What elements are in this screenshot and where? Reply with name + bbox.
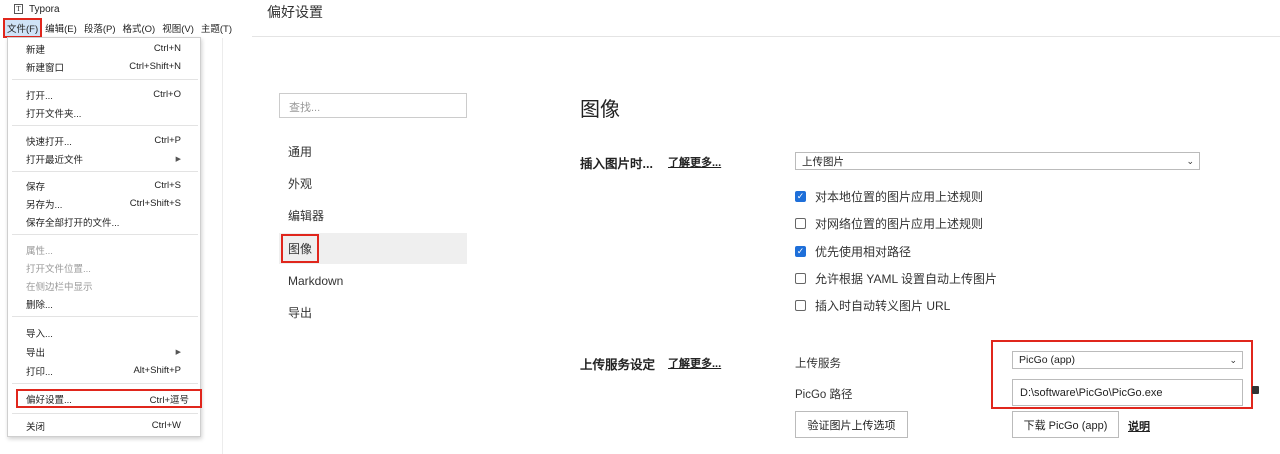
nav-editor[interactable]: 编辑器 (279, 200, 467, 231)
menu-theme[interactable]: 主题(T) (198, 19, 235, 37)
menu-item-save-all[interactable]: 保存全部打开的文件... (8, 213, 200, 230)
menu-item-quick-open[interactable]: 快速打开... Ctrl+P (8, 132, 200, 149)
menu-item-open-file-location[interactable]: 打开文件位置... (8, 259, 200, 276)
menu-bar: 文件(F) 编辑(E) 段落(P) 格式(O) 视图(V) 主题(T) (2, 18, 236, 38)
upload-settings-label: 上传服务设定 (580, 358, 656, 372)
insert-image-label: 插入图片时... (580, 157, 653, 171)
checkbox-label: 对本地位置的图片应用上述规则 (815, 189, 984, 204)
menu-item-open-recent[interactable]: 打开最近文件 ▶ (8, 150, 200, 167)
menu-item-save-as[interactable]: 另存为... Ctrl+Shift+S (8, 195, 200, 212)
menu-item-close[interactable]: 关闭 Ctrl+W (8, 417, 200, 434)
checkbox-relative-path[interactable]: ✓ 优先使用相对路径 (795, 242, 911, 260)
menu-item-open-folder[interactable]: 打开文件夹... (8, 104, 200, 121)
checkbox-escape-url[interactable]: 插入时自动转义图片 URL (795, 296, 950, 314)
download-picgo-button[interactable]: 下载 PicGo (app) (1012, 411, 1119, 438)
checkbox-unchecked-icon (795, 272, 806, 284)
menu-separator (12, 79, 198, 80)
nav-export[interactable]: 导出 (279, 297, 467, 328)
menu-file[interactable]: 文件(F) (2, 18, 43, 38)
checkbox-label: 允许根据 YAML 设置自动上传图片 (815, 271, 998, 286)
menu-item-delete[interactable]: 删除... (8, 295, 200, 312)
menu-item-properties[interactable]: 属性... (8, 241, 200, 258)
file-menu-dropdown: 新建 Ctrl+N 新建窗口 Ctrl+Shift+N 打开... Ctrl+O 打开… (7, 37, 202, 437)
upload-service-label: 上传服务 (795, 358, 841, 370)
picgo-path-label: PicGo 路径 (795, 389, 853, 401)
menu-item-import[interactable]: 导入... (8, 324, 200, 341)
upload-learn-more-link[interactable]: 了解更多... (668, 355, 721, 371)
menu-format[interactable]: 格式(O) (119, 19, 158, 37)
menu-item-new-window[interactable]: 新建窗口 Ctrl+Shift+N (8, 58, 200, 75)
chevron-down-icon: ⌄ (1186, 155, 1194, 166)
checkbox-apply-network[interactable]: 对网络位置的图片应用上述规则 (795, 214, 983, 232)
insert-image-select[interactable]: 上传图片 ⌄ (795, 152, 1200, 170)
menu-item-print[interactable]: 打印... Alt+Shift+P (8, 362, 200, 379)
menu-item-open[interactable]: 打开... Ctrl+O (8, 86, 200, 103)
checkbox-unchecked-icon (795, 217, 806, 229)
menu-item-preferences[interactable]: 偏好设置... Ctrl+逗号 (16, 389, 202, 408)
preferences-search-input[interactable]: 查找... (279, 93, 467, 118)
menu-item-reveal-in-sidebar[interactable]: 在侧边栏中显示 (8, 277, 200, 294)
checkbox-checked-icon: ✓ (795, 190, 806, 202)
typora-window: T Typora 文件(F) 编辑(E) 段落(P) 格式(O) 视图(V) 主… (0, 0, 250, 454)
submenu-arrow-icon: ▶ (175, 155, 181, 163)
section-title: 图像 (580, 99, 620, 121)
menu-view[interactable]: 视图(V) (159, 19, 197, 37)
editor-divider (222, 38, 223, 454)
submenu-arrow-icon: ▶ (175, 348, 181, 356)
checkbox-checked-icon: ✓ (795, 245, 806, 257)
trash-icon[interactable] (1252, 386, 1259, 394)
nav-markdown[interactable]: Markdown (279, 265, 467, 296)
title-bar: T Typora (0, 0, 250, 18)
nav-appearance[interactable]: 外观 (279, 168, 467, 199)
menu-edit[interactable]: 编辑(E) (42, 19, 80, 37)
menu-separator (12, 316, 198, 317)
highlight-box (991, 340, 1253, 409)
preferences-window-title: 偏好设置 (267, 4, 323, 20)
help-link[interactable]: 说明 (1128, 418, 1150, 434)
header-divider (252, 36, 1280, 37)
insert-image-select-value: 上传图片 (802, 155, 844, 168)
checkbox-label: 对网络位置的图片应用上述规则 (815, 216, 984, 231)
menu-separator (12, 234, 198, 235)
checkbox-label: 插入时自动转义图片 URL (815, 298, 951, 313)
menu-item-save[interactable]: 保存 Ctrl+S (8, 177, 200, 194)
menu-item-new[interactable]: 新建 Ctrl+N (8, 40, 200, 57)
menu-separator (12, 125, 198, 126)
menu-separator (12, 171, 198, 172)
checkbox-label: 优先使用相对路径 (815, 244, 912, 259)
typora-app-icon: T (14, 4, 23, 14)
checkbox-apply-local[interactable]: ✓ 对本地位置的图片应用上述规则 (795, 187, 983, 205)
menu-item-export[interactable]: 导出 ▶ (8, 343, 200, 360)
insert-image-learn-more-link[interactable]: 了解更多... (668, 154, 721, 170)
nav-image[interactable]: 图像 (279, 233, 467, 264)
menu-paragraph[interactable]: 段落(P) (81, 19, 119, 37)
nav-general[interactable]: 通用 (279, 136, 467, 167)
checkbox-unchecked-icon (795, 299, 806, 311)
menu-separator (12, 413, 198, 414)
app-title: Typora (29, 3, 60, 15)
checkbox-yaml-upload[interactable]: 允许根据 YAML 设置自动上传图片 (795, 269, 997, 287)
verify-upload-button[interactable]: 验证图片上传选项 (795, 411, 908, 438)
menu-separator (12, 383, 198, 384)
